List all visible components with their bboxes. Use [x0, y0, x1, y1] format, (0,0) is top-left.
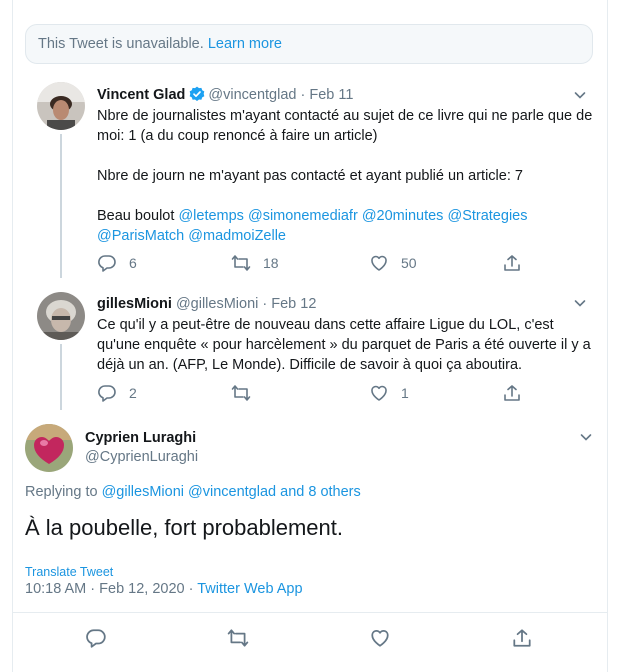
like-button[interactable]: 1	[369, 383, 409, 403]
author-name[interactable]: Cyprien Luraghi	[85, 430, 198, 446]
avatar[interactable]	[37, 292, 85, 340]
chevron-down-icon[interactable]	[573, 296, 587, 310]
retweet-count: 18	[263, 255, 279, 271]
tweet-date[interactable]: Feb 12	[271, 296, 316, 312]
focused-tweet-text: À la poubelle, fort probablement.	[25, 515, 343, 540]
mention-link[interactable]: @20minutes	[362, 208, 444, 224]
thread-line	[60, 344, 62, 410]
tweet-text: Nbre de journalistes m'ayant contacté au…	[97, 106, 595, 246]
author-handle[interactable]: @CyprienLuraghi	[85, 449, 198, 465]
learn-more-link[interactable]: Learn more	[208, 36, 282, 52]
timestamp-text[interactable]: 10:18 AM · Feb 12, 2020 ·	[25, 581, 193, 597]
author-name[interactable]: Vincent Glad	[97, 87, 185, 103]
tweet-timestamp: 10:18 AM · Feb 12, 2020 · Twitter Web Ap…	[25, 581, 303, 597]
avatar[interactable]	[25, 424, 73, 472]
tweet-closing-text: Beau boulot	[97, 208, 175, 224]
like-button[interactable]: 50	[369, 253, 417, 273]
chevron-down-icon[interactable]	[573, 88, 587, 102]
avatar[interactable]	[37, 82, 85, 130]
mention-link[interactable]: @ParisMatch	[97, 228, 184, 244]
unavailable-text: This Tweet is unavailable.	[38, 36, 204, 52]
avatar-photo-icon	[25, 424, 73, 472]
divider	[13, 612, 607, 613]
share-icon	[504, 385, 520, 401]
like-count: 1	[401, 385, 409, 401]
like-count: 50	[401, 255, 417, 271]
mention-link[interactable]: @madmoiZelle	[188, 228, 286, 244]
source-app-link[interactable]: Twitter Web App	[197, 581, 302, 597]
replying-to: Replying to @gillesMioni @vincentglad an…	[25, 484, 361, 500]
reply-button[interactable]: 6	[97, 253, 137, 273]
tweet-paragraph: Nbre de journ ne m'ayant pas contacté et…	[97, 168, 523, 184]
like-button[interactable]	[369, 627, 391, 649]
reply-icon	[98, 255, 116, 272]
heart-icon	[371, 255, 387, 271]
focused-tweet-actions	[13, 627, 607, 651]
share-button[interactable]	[502, 383, 522, 403]
dot-separator: ·	[262, 296, 272, 312]
tweet-unavailable-notice: This Tweet is unavailable. Learn more	[25, 24, 593, 64]
thread-line	[60, 134, 62, 278]
author-handle[interactable]: @gillesMioni	[176, 296, 258, 312]
replying-mentions[interactable]: @gillesMioni @vincentglad	[102, 484, 277, 500]
retweet-icon	[231, 385, 251, 401]
author-name[interactable]: gillesMioni	[97, 296, 172, 312]
tweet-actions: 6 18 50	[97, 253, 520, 277]
retweet-icon	[231, 255, 251, 271]
retweet-icon	[227, 629, 249, 647]
tweet-actions: 2 1	[97, 383, 520, 407]
tweet-header: Vincent Glad @vincentglad · Feb 11	[97, 86, 353, 106]
dot-separator: ·	[300, 87, 310, 103]
verified-badge-icon	[189, 86, 205, 106]
reply-icon	[98, 385, 116, 402]
share-button[interactable]	[511, 627, 533, 649]
share-icon	[504, 255, 520, 271]
retweet-button[interactable]	[231, 383, 251, 403]
mention-link[interactable]: @Strategies	[447, 208, 527, 224]
tweet-date[interactable]: Feb 11	[309, 87, 353, 103]
tweet-paragraph: Nbre de journalistes m'ayant contacté au…	[97, 108, 593, 144]
avatar-photo-icon	[37, 82, 85, 130]
replying-others-link[interactable]: and 8 others	[280, 484, 361, 500]
chevron-down-icon[interactable]	[579, 430, 593, 444]
heart-icon	[371, 630, 389, 647]
reply-count: 2	[129, 385, 137, 401]
mention-link[interactable]: @simonemediafr	[248, 208, 358, 224]
tweet-paragraph: Beau boulot @letemps @simonemediafr @20m…	[97, 206, 595, 246]
avatar-photo-icon	[37, 292, 85, 340]
reply-button[interactable]: 2	[97, 383, 137, 403]
replying-prefix: Replying to	[25, 484, 98, 500]
share-icon	[513, 629, 531, 647]
heart-icon	[371, 385, 387, 401]
retweet-button[interactable]: 18	[231, 253, 279, 273]
timeline-column: This Tweet is unavailable. Learn more Vi…	[12, 0, 608, 672]
tweet-header: Cyprien Luraghi @CyprienLuraghi	[85, 430, 198, 465]
translate-tweet-link[interactable]: Translate Tweet	[25, 565, 113, 579]
reply-count: 6	[129, 255, 137, 271]
author-handle[interactable]: @vincentglad	[208, 87, 296, 103]
share-button[interactable]	[502, 253, 522, 273]
tweet-text: Ce qu'il y a peut-être de nouveau dans c…	[97, 317, 591, 373]
reply-icon	[86, 629, 106, 648]
tweet-header: gillesMioni @gillesMioni · Feb 12	[97, 296, 316, 312]
reply-button[interactable]	[85, 627, 107, 649]
retweet-button[interactable]	[227, 627, 249, 649]
mention-link[interactable]: @letemps	[178, 208, 244, 224]
